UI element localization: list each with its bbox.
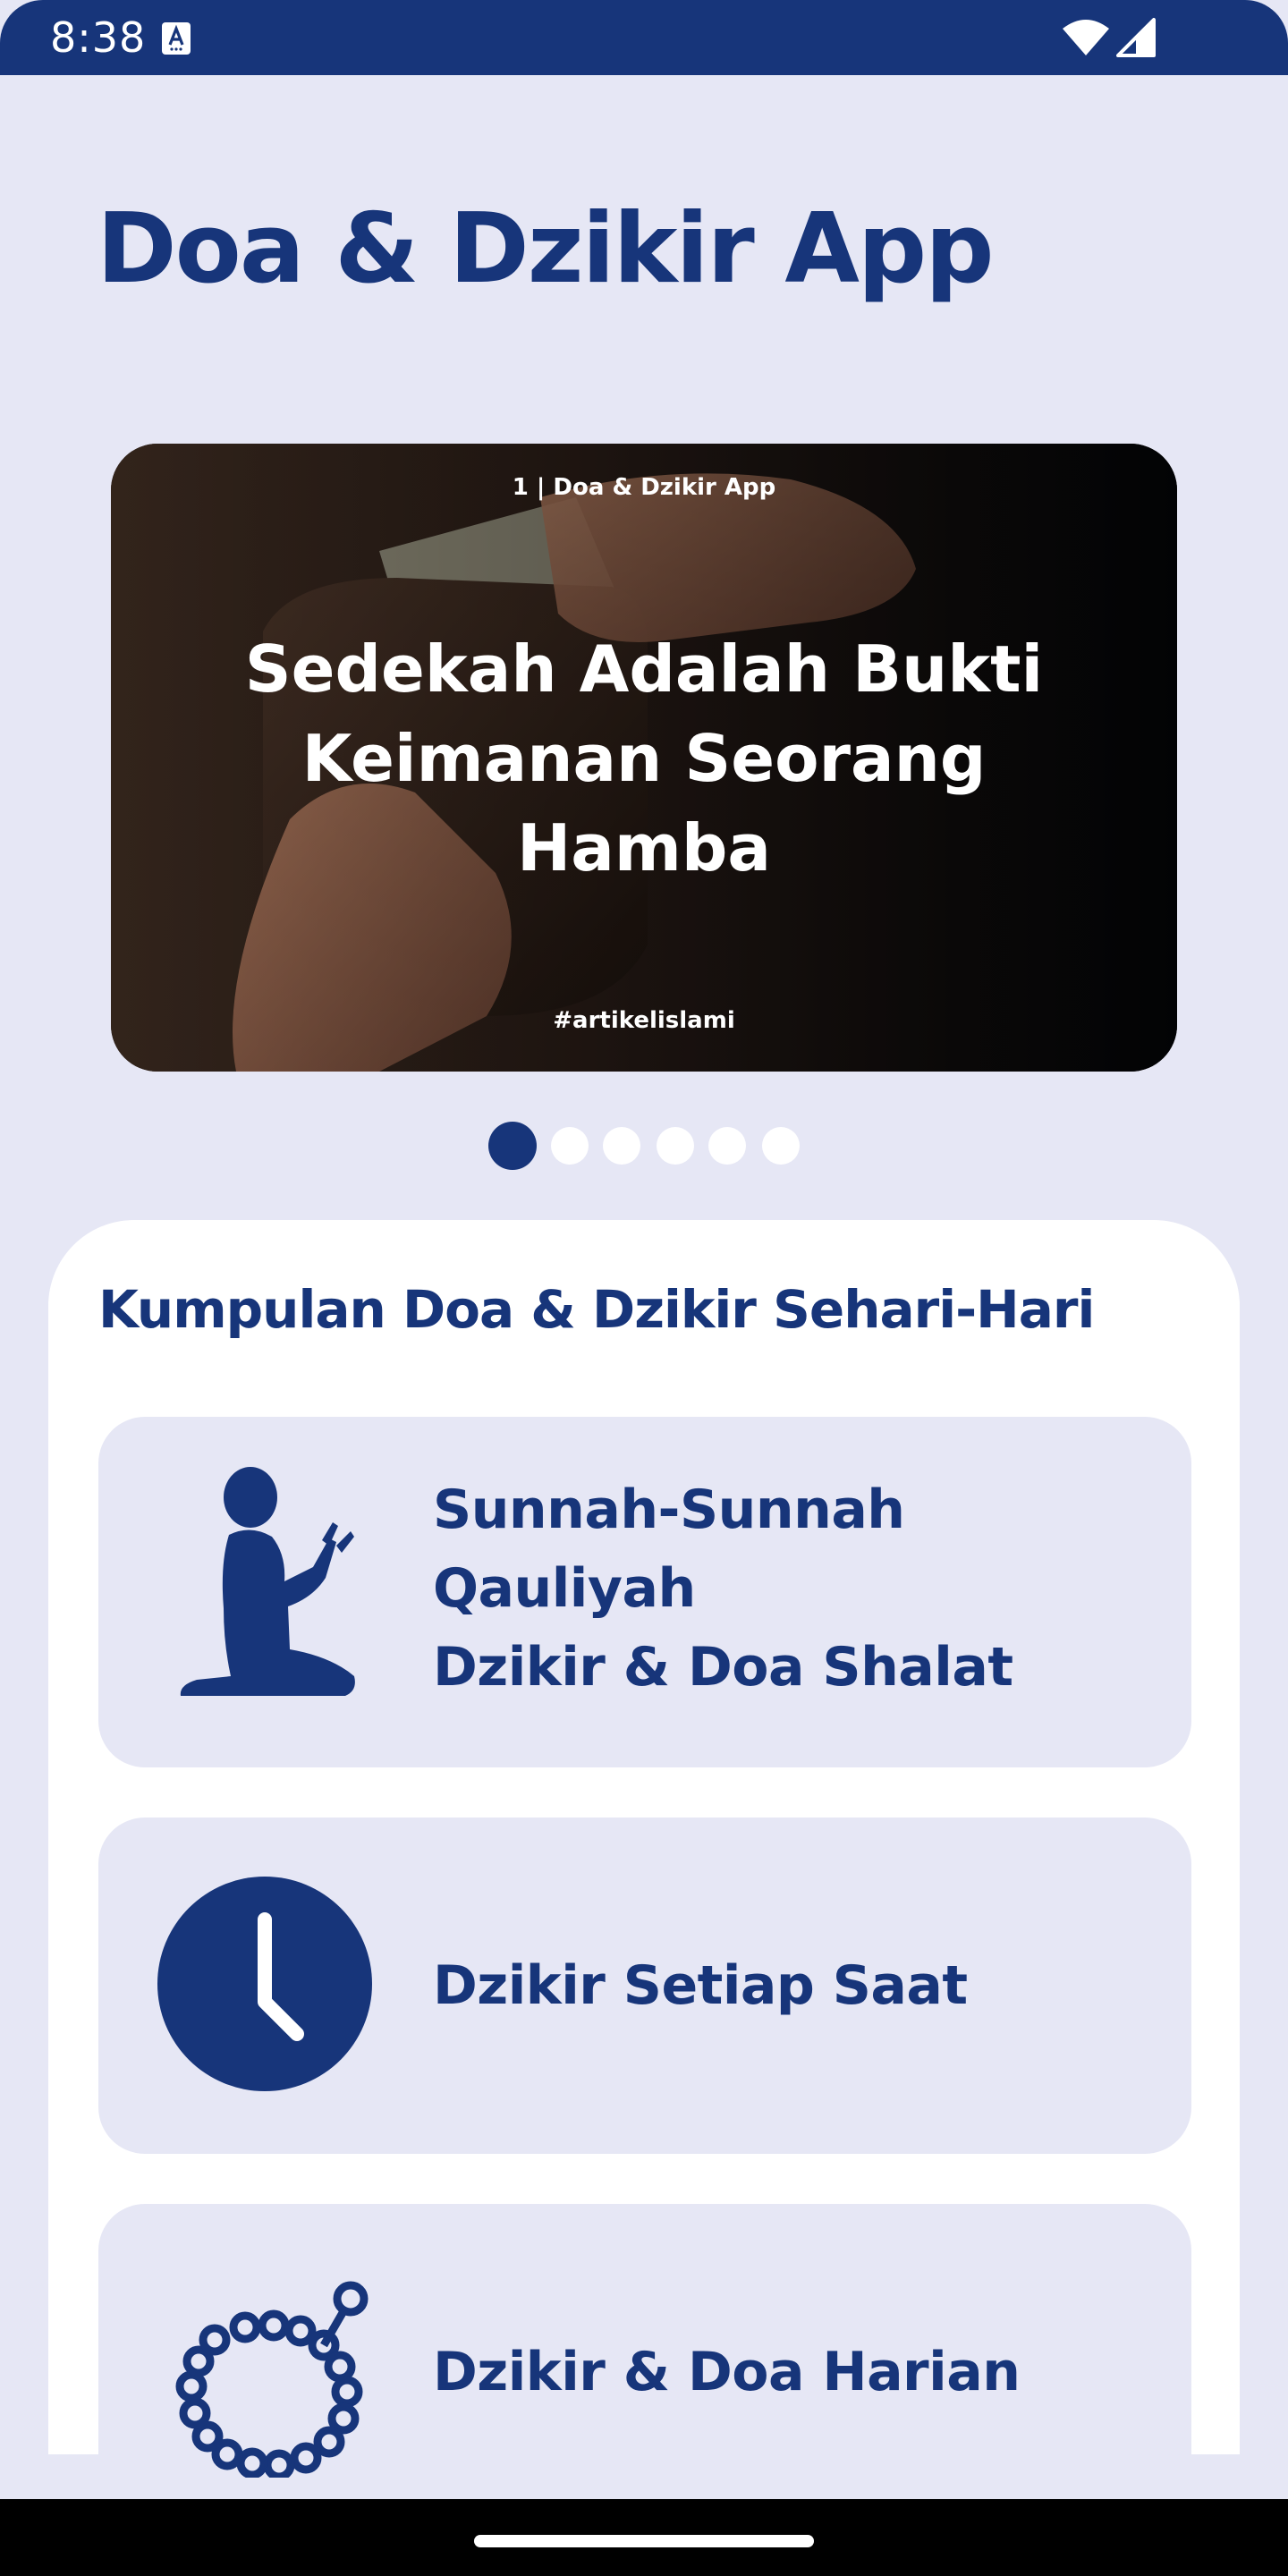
banner-hashtag: #artikelislami bbox=[553, 1007, 735, 1034]
pager-dot[interactable] bbox=[708, 1127, 746, 1165]
pager-dot[interactable] bbox=[657, 1127, 694, 1165]
app-title: Doa & Dzikir App bbox=[97, 193, 995, 305]
status-time: 8:38 bbox=[50, 13, 147, 62]
signal-icon bbox=[1116, 18, 1156, 57]
menu-label: Dzikir Setiap Saat bbox=[433, 1946, 968, 2025]
pager-dot[interactable] bbox=[603, 1127, 640, 1165]
notification-a-icon bbox=[162, 22, 191, 55]
menu-label-line: Dzikir & Doa Harian bbox=[433, 2341, 1021, 2403]
menu-label-line: Dzikir & Doa Shalat bbox=[433, 1636, 1013, 1699]
pager-dot[interactable] bbox=[488, 1122, 537, 1170]
wifi-icon bbox=[1063, 20, 1109, 55]
menu-label-line: Dzikir Setiap Saat bbox=[433, 1954, 968, 2017]
prayer-beads-icon bbox=[175, 2281, 369, 2478]
doa-collection-panel: Kumpulan Doa & Dzikir Sehari-Hari Sunnah… bbox=[48, 1220, 1240, 2540]
menu-card-dzikir-setiap-saat[interactable]: Dzikir Setiap Saat bbox=[98, 1818, 1191, 2154]
menu-card-dzikir-doa-harian[interactable]: Dzikir & Doa Harian bbox=[98, 2204, 1191, 2540]
app-screen: 8:38 Doa & Dzikir App 1 | Doa & Dzikir A… bbox=[0, 0, 1288, 2576]
pager-dot[interactable] bbox=[762, 1127, 800, 1165]
clock-icon bbox=[157, 1877, 372, 2091]
system-nav-bar bbox=[0, 2499, 1288, 2576]
banner-caption: 1 | Doa & Dzikir App bbox=[512, 474, 776, 501]
section-title: Kumpulan Doa & Dzikir Sehari-Hari bbox=[98, 1279, 1095, 1340]
menu-label-line: Qauliyah bbox=[433, 1557, 696, 1620]
home-gesture-handle[interactable] bbox=[474, 2535, 814, 2547]
menu-card-sunnah-qauliyah[interactable]: Sunnah-Sunnah Qauliyah Dzikir & Doa Shal… bbox=[98, 1417, 1191, 1767]
menu-label: Dzikir & Doa Harian bbox=[433, 2333, 1021, 2411]
banner-headline: Sedekah Adalah Bukti Keimanan Seorang Ha… bbox=[244, 631, 1044, 886]
praying-person-icon bbox=[180, 1467, 355, 1696]
article-banner[interactable]: 1 | Doa & Dzikir App Sedekah Adalah Bukt… bbox=[111, 444, 1177, 1072]
pager-dot[interactable] bbox=[551, 1127, 589, 1165]
carousel-pager bbox=[0, 1122, 1288, 1170]
status-bar: 8:38 bbox=[0, 0, 1288, 75]
menu-label-line: Sunnah-Sunnah bbox=[433, 1479, 905, 1541]
menu-label: Sunnah-Sunnah Qauliyah Dzikir & Doa Shal… bbox=[433, 1470, 1013, 1707]
